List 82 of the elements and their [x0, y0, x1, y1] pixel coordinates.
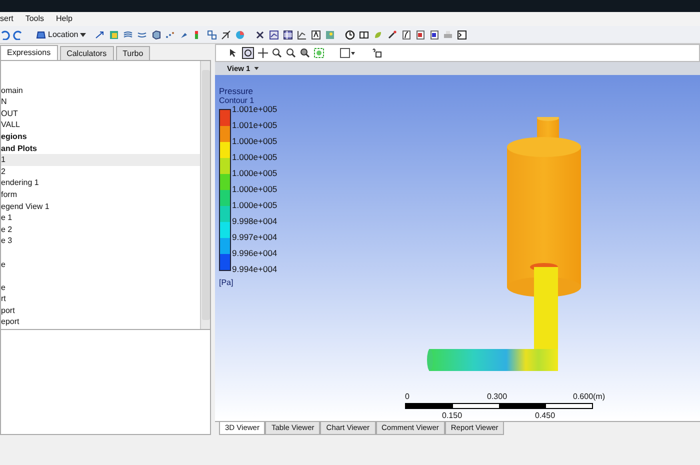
caret-icon [80, 32, 86, 36]
tree-item[interactable]: e [1, 270, 200, 294]
expression-icon[interactable] [255, 30, 266, 40]
legend-title: Pressure [219, 87, 254, 96]
menu-item[interactable]: sert [0, 13, 14, 25]
film-icon[interactable] [359, 30, 370, 40]
plot-icon[interactable] [297, 30, 308, 40]
zoom-icon[interactable] [272, 48, 282, 58]
legend-label: 1.000e+005 [232, 169, 278, 180]
legend-subtitle: Contour 1 [219, 96, 256, 106]
clip-icon[interactable] [221, 30, 232, 40]
legend-label: 1.000e+005 [232, 137, 278, 148]
fit-view-icon[interactable] [314, 48, 324, 58]
tree-item[interactable]: 2 [1, 166, 200, 178]
text-icon[interactable] [311, 30, 322, 40]
tree-item[interactable]: and Plots [1, 142, 200, 154]
tree-item[interactable]: endering 1 [1, 177, 200, 189]
caret-icon [254, 66, 260, 70]
tree-item[interactable]: egend View 1 [1, 200, 200, 212]
legend-label: 9.997e+004 [232, 233, 278, 244]
pointer-icon[interactable] [228, 48, 238, 58]
tree-item[interactable]: e 1 [1, 212, 200, 224]
zoom-icon[interactable] [300, 48, 310, 58]
function-icon[interactable] [401, 30, 412, 40]
location-icon [36, 30, 46, 40]
terminal-icon[interactable] [457, 30, 468, 40]
streamline-icon[interactable] [123, 30, 134, 40]
streamline-icon[interactable] [137, 30, 148, 40]
scale-label: 0.450 [535, 410, 556, 422]
scale-label: 0.600 [573, 391, 594, 404]
legend-label: 1.000e+005 [232, 185, 278, 196]
scrollbar[interactable] [200, 61, 210, 329]
legend-label: 1.000e+005 [232, 201, 278, 212]
pan-icon[interactable] [258, 48, 268, 58]
tree-item[interactable]: VALL [1, 119, 200, 131]
tree-item[interactable]: e 3 [1, 235, 200, 247]
eyedropper-icon[interactable] [387, 30, 398, 40]
legend-unit: [Pa] [219, 277, 234, 290]
undo-icon[interactable] [0, 30, 10, 40]
tree-item[interactable]: port [1, 304, 200, 316]
tree-item[interactable]: egions [1, 130, 200, 143]
zoom-icon[interactable] [286, 48, 296, 58]
legend-label: 1.000e+005 [232, 153, 278, 164]
location-button[interactable]: Location [34, 28, 88, 42]
tree-item[interactable]: OUT [1, 108, 200, 120]
menu-item[interactable]: Help [56, 13, 72, 25]
legend-label: 9.994e+004 [232, 265, 278, 276]
table-icon[interactable] [283, 30, 294, 40]
instance-icon[interactable] [207, 30, 218, 40]
volume-icon[interactable] [151, 30, 162, 40]
report-icon[interactable] [429, 30, 440, 40]
scale-label: 0.150 [442, 410, 462, 422]
legend-label: 9.998e+004 [232, 217, 278, 228]
menu-item[interactable]: Tools [25, 13, 44, 25]
scale-label: 0.300 [487, 391, 508, 404]
color-map-icon[interactable] [235, 30, 246, 40]
chart-icon[interactable] [269, 30, 280, 40]
tree-item[interactable]: rt [1, 293, 200, 305]
panel-tab[interactable]: Expressions [0, 45, 58, 60]
legend-label: 1.001e+005 [232, 121, 278, 132]
panel-tab[interactable]: Turbo [116, 46, 150, 60]
scale-unit: (m) [593, 391, 605, 404]
vector-icon[interactable] [95, 30, 106, 40]
tree-item[interactable]: 1 [1, 154, 200, 166]
help-icon[interactable] [372, 48, 382, 58]
panel-tab[interactable]: Calculators [60, 46, 114, 60]
viewport-layout-icon[interactable] [340, 48, 356, 58]
tree-item[interactable]: form [1, 188, 200, 201]
clock-icon[interactable] [345, 30, 356, 40]
legend-label: 1.001e+005 [232, 105, 278, 116]
rotate-icon[interactable] [242, 46, 254, 59]
tree-item[interactable]: e 2 [1, 224, 200, 236]
legend-label: 9.996e+004 [232, 249, 278, 260]
contour-icon[interactable] [109, 30, 120, 40]
macro-icon[interactable] [415, 30, 426, 40]
tree-item[interactable]: eport [1, 316, 200, 328]
tree-item[interactable]: N [1, 96, 200, 108]
scale-label: 0 [405, 391, 410, 404]
tree-item[interactable]: omain [1, 73, 200, 96]
redo-icon[interactable] [13, 30, 23, 40]
tree-item[interactable]: e [1, 246, 200, 270]
particle-icon[interactable] [165, 30, 176, 40]
